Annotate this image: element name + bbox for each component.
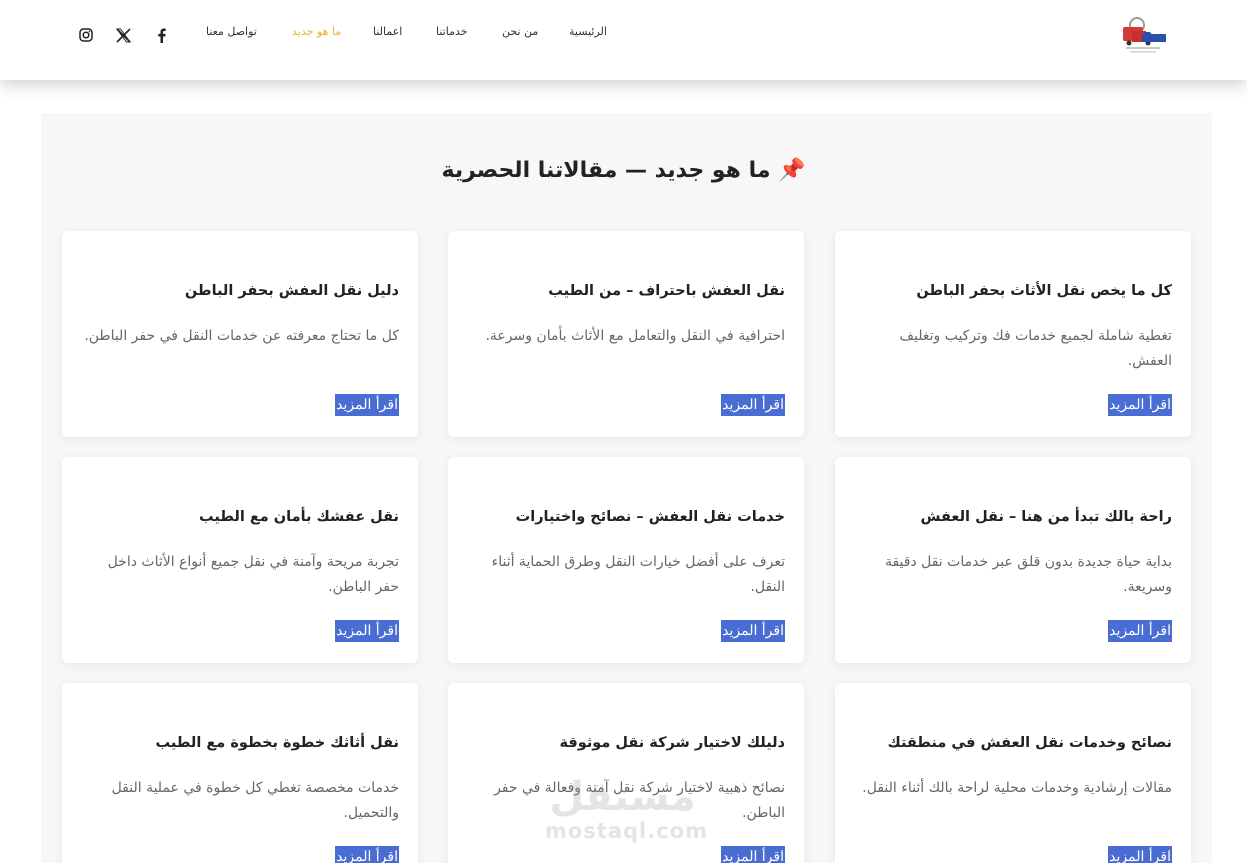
read-more-button[interactable]: اقرأ المزيد: [721, 846, 785, 863]
card-title[interactable]: كل ما يخص نقل الأثاث بحفر الباطن: [854, 283, 1172, 299]
read-more-button[interactable]: اقرأ المزيد: [1108, 620, 1172, 642]
read-more-button[interactable]: اقرأ المزيد: [1108, 846, 1172, 863]
article-card: دليلك لاختيار شركة نقل موثوقة نصائح ذهبي…: [448, 683, 804, 863]
card-description: احترافية في النقل والتعامل مع الأثاث بأم…: [485, 328, 785, 344]
card-description: خدمات مخصصة تغطي كل خطوة في عملية النقل …: [111, 780, 399, 821]
article-card: نقل العفش باحتراف – من الطيب احترافية في…: [448, 231, 804, 437]
site-header: الرئيسية من نحن خدماتنا اعمالنا ما هو جد…: [0, 0, 1247, 80]
card-description: مقالات إرشادية وخدمات محلية لراحة بالك أ…: [862, 780, 1172, 796]
card-description: كل ما تحتاج معرفته عن خدمات النقل في حفر…: [84, 328, 399, 344]
nav-services[interactable]: خدماتنا: [436, 25, 468, 38]
card-description: بداية حياة جديدة بدون قلق عبر خدمات نقل …: [884, 554, 1172, 595]
nav-contact[interactable]: تواصل معنا: [206, 25, 257, 38]
article-card: نقل عفشك بأمان مع الطيب تجربة مريحة وآمن…: [62, 457, 418, 663]
nav-about[interactable]: من نحن: [502, 25, 538, 38]
card-title[interactable]: نصائح وخدمات نقل العفش في منطقتك: [854, 735, 1172, 751]
article-card: راحة بالك تبدأ من هنا – نقل العفش بداية …: [835, 457, 1191, 663]
card-title[interactable]: نقل عفشك بأمان مع الطيب: [81, 509, 399, 525]
nav-whats-new[interactable]: ما هو جديد: [292, 25, 341, 38]
read-more-button[interactable]: اقرأ المزيد: [721, 620, 785, 642]
nav-home[interactable]: الرئيسية: [569, 25, 607, 38]
card-title[interactable]: دليلك لاختيار شركة نقل موثوقة: [467, 735, 785, 751]
article-card: دليل نقل العفش بحفر الباطن كل ما تحتاج م…: [62, 231, 418, 437]
facebook-icon[interactable]: [152, 26, 170, 44]
article-card: نصائح وخدمات نقل العفش في منطقتك مقالات …: [835, 683, 1191, 863]
card-description: تغطية شاملة لجميع خدمات فك وتركيب وتغليف…: [899, 328, 1173, 369]
card-title[interactable]: دليل نقل العفش بحفر الباطن: [81, 283, 399, 299]
site-logo[interactable]: [1118, 14, 1170, 60]
read-more-button[interactable]: اقرأ المزيد: [335, 620, 399, 642]
article-card: خدمات نقل العفش – نصائح واختيارات تعرف ع…: [448, 457, 804, 663]
read-more-button[interactable]: اقرأ المزيد: [335, 846, 399, 863]
article-card: نقل أثاثك خطوة بخطوة مع الطيب خدمات مخصص…: [62, 683, 418, 863]
card-description: تجربة مريحة وآمنة في نقل جميع أنواع الأث…: [107, 554, 399, 595]
instagram-icon[interactable]: [77, 26, 95, 44]
read-more-button[interactable]: اقرأ المزيد: [335, 394, 399, 416]
x-icon[interactable]: [114, 26, 132, 44]
card-title[interactable]: خدمات نقل العفش – نصائح واختيارات: [467, 509, 785, 525]
card-description: تعرف على أفضل خيارات النقل وطرق الحماية …: [491, 554, 785, 595]
card-title[interactable]: نقل أثاثك خطوة بخطوة مع الطيب: [81, 735, 399, 751]
card-description: نصائح ذهبية لاختيار شركة نقل آمنة وفعالة…: [494, 780, 785, 821]
nav-works[interactable]: اعمالنا: [373, 25, 402, 38]
card-title[interactable]: راحة بالك تبدأ من هنا – نقل العفش: [854, 509, 1173, 525]
card-title[interactable]: نقل العفش باحتراف – من الطيب: [467, 283, 785, 299]
section-title: 📌 ما هو جديد — مقالاتنا الحصرية: [441, 158, 806, 183]
read-more-button[interactable]: اقرأ المزيد: [721, 394, 785, 416]
read-more-button[interactable]: اقرأ المزيد: [1108, 394, 1172, 416]
article-card: كل ما يخص نقل الأثاث بحفر الباطن تغطية ش…: [835, 231, 1191, 437]
